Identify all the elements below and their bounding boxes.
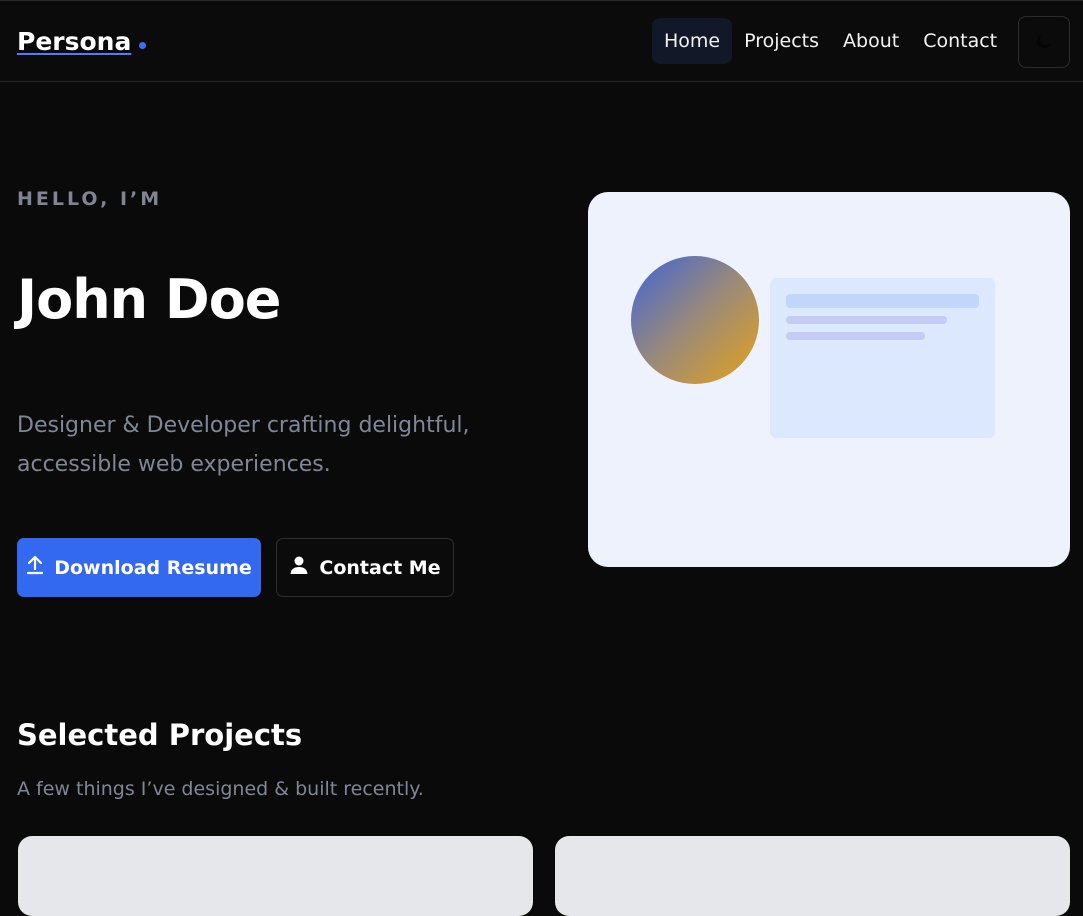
- top-navigation-bar: Persona Home Projects About Contact: [0, 0, 1083, 82]
- hero-name: John Doe: [17, 268, 281, 331]
- download-resume-button[interactable]: Download Resume: [17, 538, 261, 597]
- contact-me-label: Contact Me: [319, 556, 441, 579]
- profile-info-placeholder: [770, 278, 995, 438]
- projects-section-title: Selected Projects: [17, 718, 303, 752]
- project-card[interactable]: [18, 836, 533, 916]
- nav-item-projects[interactable]: Projects: [732, 18, 831, 64]
- nav-item-home[interactable]: Home: [652, 18, 733, 64]
- download-resume-label: Download Resume: [54, 556, 252, 579]
- brand-logo-link[interactable]: Persona: [17, 27, 147, 56]
- nav-item-contact[interactable]: Contact: [911, 18, 1009, 64]
- user-icon: [289, 555, 309, 580]
- upload-icon: [26, 555, 44, 580]
- placeholder-line: [786, 294, 979, 308]
- placeholder-line: [786, 316, 947, 324]
- hero-illustration-card: [588, 192, 1070, 567]
- theme-toggle-button[interactable]: [1018, 16, 1070, 68]
- avatar-gradient-circle: [631, 256, 759, 384]
- main-nav: Home Projects About Contact: [652, 18, 1009, 64]
- project-card[interactable]: [555, 836, 1070, 916]
- placeholder-line: [786, 332, 925, 340]
- brand-name: Persona: [17, 27, 132, 56]
- hero-eyebrow: HELLO, I’M: [17, 188, 163, 210]
- hero-description: Designer & Developer crafting delightful…: [17, 413, 470, 477]
- contact-me-button[interactable]: Contact Me: [276, 538, 454, 597]
- projects-section-subtitle: A few things I’ve designed & built recen…: [17, 778, 424, 800]
- nav-item-about[interactable]: About: [831, 18, 911, 64]
- brand-dot: [139, 41, 147, 49]
- moon-icon: [1034, 31, 1054, 54]
